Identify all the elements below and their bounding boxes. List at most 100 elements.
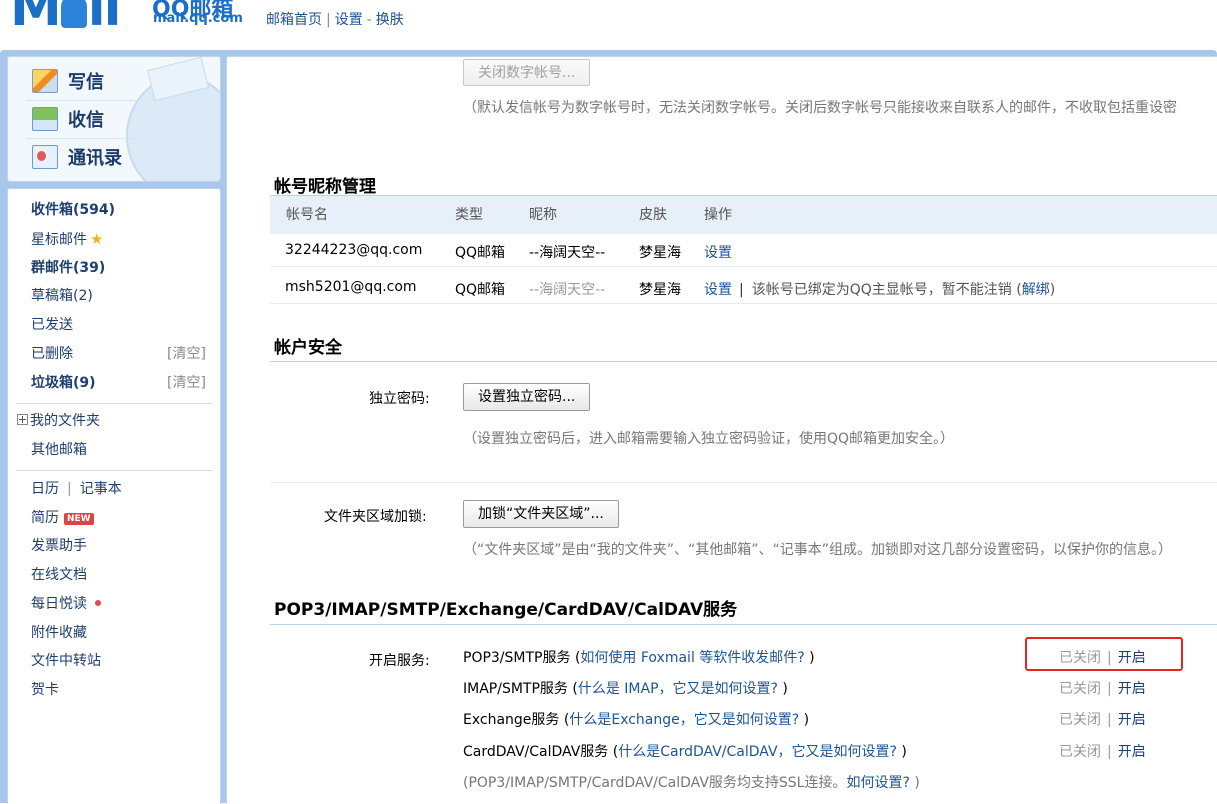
control-separator: | (1107, 744, 1112, 760)
settings-main-panel: 关闭数字帐号... （默认发信帐号为数字帐号时，无法关闭数字帐号。关闭后数字帐号… (226, 56, 1217, 804)
control-separator: | (1107, 712, 1112, 728)
folder-lock-note: （“文件夹区域”是由“我的文件夹”、“其他邮箱”、“记事本”组成。加锁即对这几部… (463, 542, 1173, 558)
contacts-button[interactable]: 通讯录 (32, 142, 122, 172)
pop3-highlight-annotation (1025, 637, 1183, 671)
account-type-2: QQ邮箱 (455, 282, 506, 298)
write-label: 写信 (68, 72, 104, 93)
my-folders-toggle[interactable]: 我的文件夹 (17, 410, 100, 432)
paren-close: ) (896, 744, 907, 760)
service-status: 已关闭 (1059, 712, 1101, 728)
col-account: 帐号名 (286, 207, 328, 223)
divider (26, 138, 136, 139)
account-nickname-2: --海阔天空-- (529, 282, 606, 298)
lock-folder-area-button[interactable]: 加锁“文件夹区域”... (463, 500, 619, 528)
service-status: 已关闭 (1059, 744, 1101, 760)
ssl-howto-link[interactable]: 如何设置? (846, 775, 909, 791)
receive-label: 收信 (68, 110, 104, 131)
nav-mail-home[interactable]: 邮箱首页 (266, 12, 322, 28)
col-nickname: 昵称 (529, 207, 557, 223)
section-divider (270, 624, 1217, 625)
online-docs-link[interactable]: 在线文档 (31, 564, 87, 586)
close-digit-note: （默认发信帐号为数字帐号时，无法关闭数字帐号。关闭后数字帐号只能接收来自联系人的… (463, 100, 1177, 116)
folder-drafts[interactable]: 草稿箱(2) (31, 285, 93, 307)
folder-deleted[interactable]: 已删除 (31, 343, 73, 365)
unbind-link[interactable]: 解绑 (1022, 282, 1050, 298)
account-skin-1: 梦星海 (639, 245, 681, 261)
file-transfer-link[interactable]: 文件中转站 (31, 650, 101, 672)
resume-link[interactable]: 简历 NEW (31, 507, 94, 529)
folder-spam[interactable]: 垃圾箱(9) (31, 372, 96, 394)
paren-close: ) (777, 681, 788, 697)
paren-close: ) (804, 650, 815, 666)
invoice-helper-link[interactable]: 发票助手 (31, 535, 87, 557)
services-section-title: POP3/IMAP/SMTP/Exchange/CardDAV/CalDAV服务 (274, 600, 738, 620)
unread-dot-icon (95, 600, 101, 606)
calendar-link[interactable]: 日历 (31, 481, 59, 497)
paren-close: ) (799, 712, 810, 728)
enable-carddav-link[interactable]: 开启 (1118, 744, 1146, 760)
service-exchange-controls: 已关闭 | 开启 (1059, 709, 1146, 729)
close-digit-account-button[interactable]: 关闭数字帐号... (463, 59, 591, 86)
paren-close: ) (1049, 282, 1056, 298)
folder-separator (16, 470, 212, 471)
logo-url: mail.qq.com (153, 11, 243, 26)
daily-reading-label: 每日悦读 (31, 596, 87, 612)
paren-open: ( (608, 744, 619, 760)
top-nav: 邮箱首页 | 设置 - 换肤 (266, 9, 404, 29)
greeting-card-link[interactable]: 贺卡 (31, 679, 59, 701)
write-mail-button[interactable]: 写信 (32, 66, 104, 96)
security-section-title: 帐户安全 (274, 338, 342, 358)
paren-open: ( (559, 712, 570, 728)
new-badge: NEW (64, 513, 94, 525)
service-status: 已关闭 (1059, 681, 1101, 697)
service-carddav: CardDAV/CalDAV服务 (什么是CardDAV/CalDAV，它又是如… (463, 741, 907, 761)
paren-open: ( (1011, 282, 1022, 298)
service-help-link[interactable]: 什么是CardDAV/CalDAV，它又是如何设置? (618, 744, 897, 760)
logo-letter: il (87, 0, 122, 38)
action-separator: | (739, 282, 744, 298)
notebook-link[interactable]: 记事本 (80, 481, 122, 497)
logo-letter: M (10, 0, 62, 38)
daily-reading-link[interactable]: 每日悦读 (31, 593, 101, 615)
compose-panel: 写信 收信 通讯录 (7, 56, 221, 182)
star-icon: ★ (90, 230, 104, 248)
ssl-note: (POP3/IMAP/SMTP/CardDAV/CalDAV服务均支持SSL连接… (463, 772, 920, 792)
enable-imap-link[interactable]: 开启 (1118, 681, 1146, 697)
account-settings-link-2[interactable]: 设置 (704, 282, 732, 298)
attachments-link[interactable]: 附件收藏 (31, 622, 87, 644)
service-imap-controls: 已关闭 | 开启 (1059, 678, 1146, 698)
account-settings-link-1[interactable]: 设置 (704, 242, 732, 262)
control-separator: | (1107, 681, 1112, 697)
service-carddav-controls: 已关闭 | 开启 (1059, 741, 1146, 761)
folder-inbox[interactable]: 收件箱(594) (31, 199, 115, 221)
bound-account-note: 该帐号已绑定为QQ主显帐号，暂不能注销 (751, 282, 1012, 298)
nav-skin[interactable]: 换肤 (376, 12, 404, 28)
enable-service-label: 开启服务: (369, 653, 430, 669)
contact-card-icon (32, 145, 58, 169)
other-mailboxes[interactable]: 其他邮箱 (31, 439, 87, 461)
folder-separator (16, 403, 212, 404)
folder-starred[interactable]: 星标邮件 ★ (31, 228, 103, 250)
service-pop3: POP3/SMTP服务 (如何使用 Foxmail 等软件收发邮件? ) (463, 647, 815, 667)
pencil-icon (32, 69, 58, 93)
clear-deleted-link[interactable]: [清空] (167, 343, 206, 365)
service-help-link[interactable]: 如何使用 Foxmail 等软件收发邮件? (580, 650, 804, 666)
service-help-link[interactable]: 什么是 IMAP，它又是如何设置? (578, 681, 778, 697)
folder-group-mail[interactable]: 群邮件(39) (31, 257, 105, 279)
qq-mail-logo[interactable]: Mil (10, 0, 122, 38)
col-skin: 皮肤 (639, 207, 667, 223)
tools-separator: | (67, 481, 72, 497)
row-divider (270, 303, 1217, 304)
contacts-label: 通讯录 (68, 148, 122, 169)
nickname-section-title: 帐号昵称管理 (274, 177, 376, 197)
col-action: 操作 (704, 207, 732, 223)
row-divider (270, 266, 1217, 267)
clear-spam-link[interactable]: [清空] (167, 372, 206, 394)
enable-exchange-link[interactable]: 开启 (1118, 712, 1146, 728)
service-help-link[interactable]: 什么是Exchange，它又是如何设置? (569, 712, 799, 728)
tools-calendar-notebook: 日历 | 记事本 (31, 478, 122, 500)
nav-settings[interactable]: 设置 (335, 12, 363, 28)
folder-sent[interactable]: 已发送 (31, 314, 73, 336)
receive-mail-button[interactable]: 收信 (32, 104, 104, 134)
set-independent-password-button[interactable]: 设置独立密码... (463, 383, 591, 411)
